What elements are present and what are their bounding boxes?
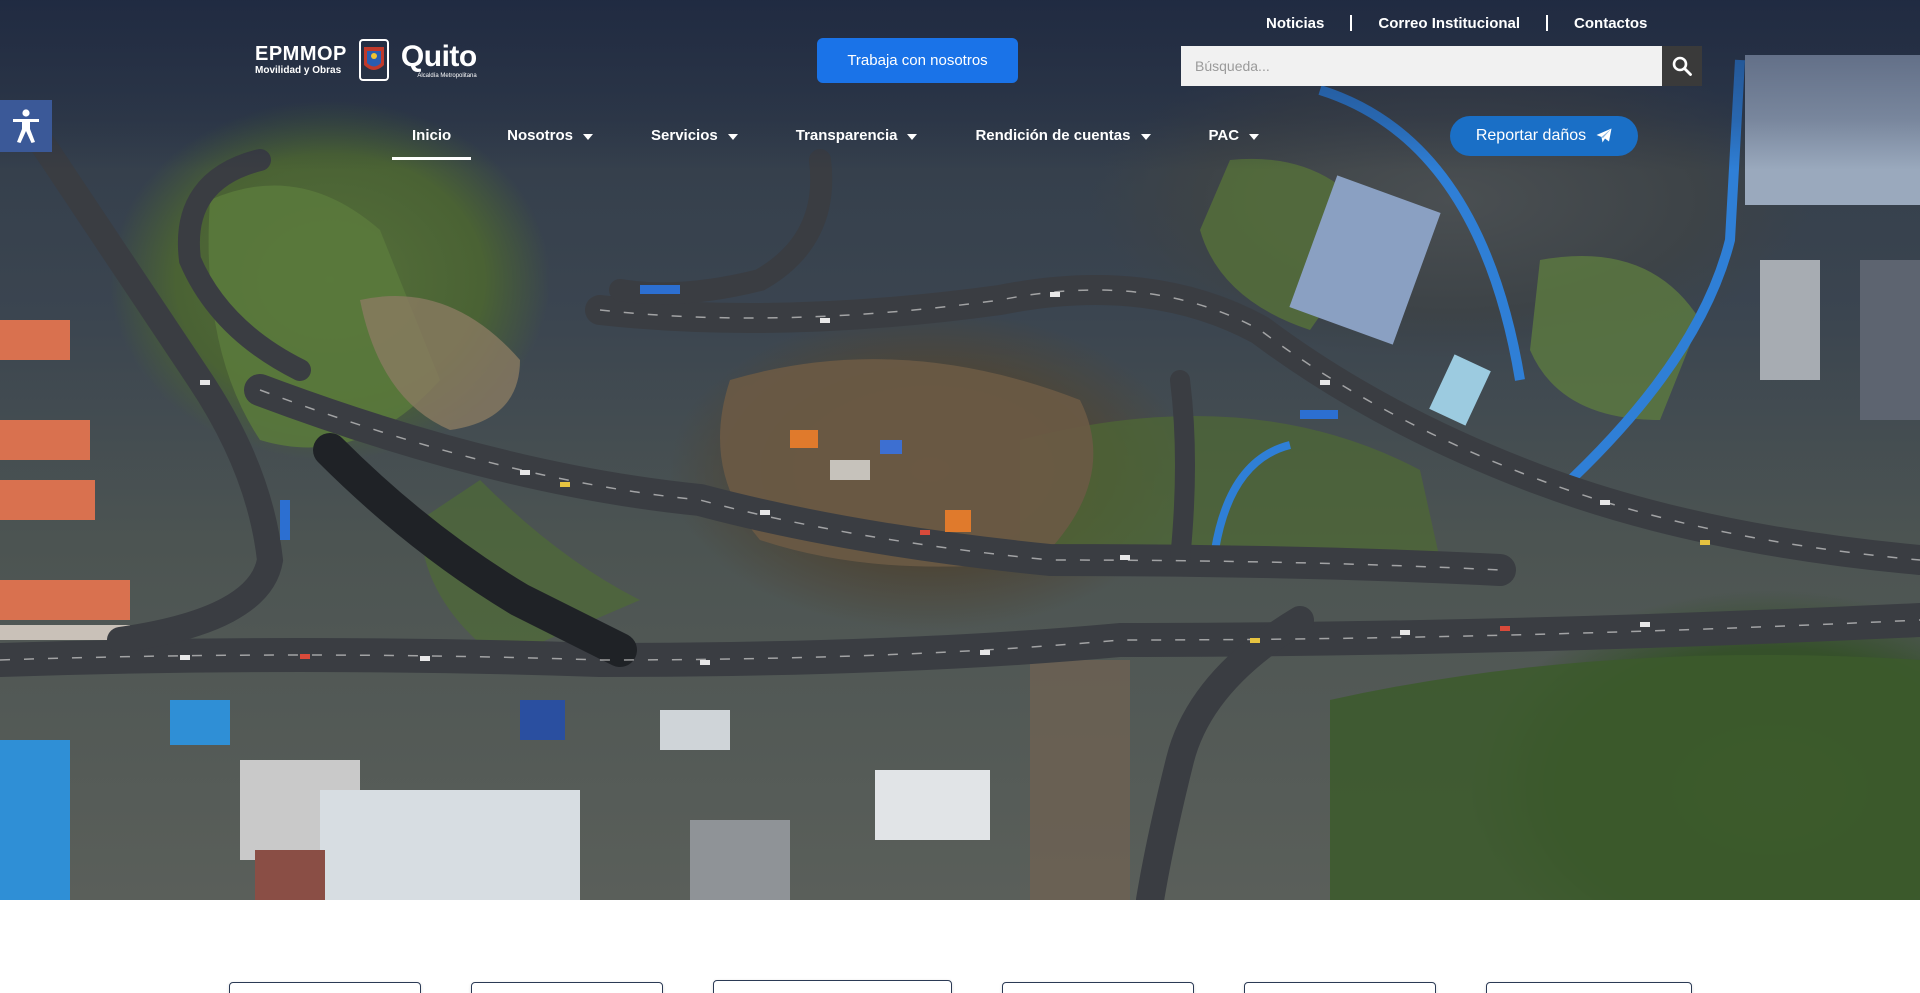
caret-down-icon	[907, 134, 918, 140]
search-icon	[1672, 56, 1692, 76]
nav-item-label: Nosotros	[507, 127, 574, 144]
nav-item-inicio[interactable]: Inicio	[392, 120, 472, 160]
site-logo[interactable]: EPMMOP Movilidad y Obras Quito Alcaldía …	[255, 38, 477, 82]
caret-down-icon	[1249, 134, 1260, 140]
quick-access-card[interactable]	[1486, 982, 1692, 993]
paper-plane-icon	[1596, 128, 1612, 143]
epmmop-logo-title: EPMMOP	[255, 43, 347, 65]
quick-access-card[interactable]	[229, 982, 421, 993]
nav-item-label: Inicio	[412, 127, 452, 144]
caret-down-icon	[727, 134, 738, 140]
trabaja-con-nosotros-button[interactable]: Trabaja con nosotros	[817, 38, 1018, 83]
top-link-correo-institucional[interactable]: Correo Institucional	[1352, 15, 1546, 32]
quick-access-card[interactable]	[471, 982, 663, 993]
accessibility-person-icon	[13, 109, 39, 143]
quick-access-card[interactable]	[1002, 982, 1194, 993]
nav-item-label: Rendición de cuentas	[975, 127, 1131, 144]
main-navigation: Inicio Nosotros Servicios Transparencia …	[392, 120, 1279, 160]
search-button[interactable]	[1662, 46, 1702, 86]
quito-logo-subtitle: Alcaldía Metropolitana	[417, 72, 477, 79]
nav-item-servicios[interactable]: Servicios	[631, 120, 758, 160]
quito-logo: Quito Alcaldía Metropolitana	[400, 39, 477, 79]
top-links-bar: Noticias Correo Institucional Contactos	[1240, 13, 1673, 33]
caret-down-icon	[583, 134, 594, 140]
nav-item-label: PAC	[1208, 127, 1240, 144]
reportar-danos-button[interactable]: Reportar daños	[1450, 116, 1638, 156]
nav-item-nosotros[interactable]: Nosotros	[487, 120, 613, 160]
top-link-contactos[interactable]: Contactos	[1548, 15, 1673, 32]
epmmop-logo: EPMMOP Movilidad y Obras	[255, 44, 347, 76]
accessibility-button[interactable]	[0, 100, 52, 152]
top-link-noticias[interactable]: Noticias	[1240, 15, 1350, 32]
quito-crest-icon	[358, 39, 389, 81]
nav-item-pac[interactable]: PAC	[1189, 120, 1280, 160]
nav-item-label: Servicios	[651, 127, 718, 144]
quick-access-card[interactable]	[1244, 982, 1436, 993]
nav-item-label: Transparencia	[795, 127, 898, 144]
quito-logo-title: Quito	[400, 39, 477, 73]
quick-access-cards	[0, 900, 1920, 993]
reportar-danos-label: Reportar daños	[1475, 127, 1587, 144]
caret-down-icon	[1140, 134, 1151, 140]
epmmop-logo-subtitle: Movilidad y Obras	[255, 65, 342, 76]
nav-item-transparencia[interactable]: Transparencia	[776, 120, 938, 160]
search-bar	[1181, 46, 1702, 86]
search-input[interactable]	[1181, 46, 1662, 86]
quick-access-card[interactable]	[713, 980, 952, 993]
nav-item-rendicion-de-cuentas[interactable]: Rendición de cuentas	[955, 120, 1170, 160]
